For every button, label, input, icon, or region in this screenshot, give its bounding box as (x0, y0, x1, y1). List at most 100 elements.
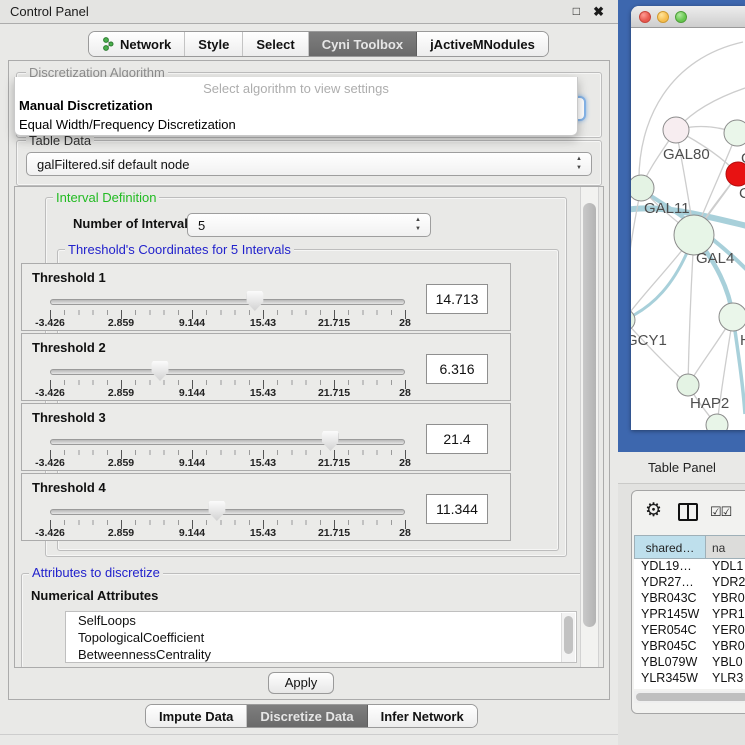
table-row[interactable]: YER054C YER0 (634, 623, 745, 639)
float-window-icon[interactable]: □ (573, 4, 580, 18)
tick-label: 21.715 (318, 457, 350, 469)
node (724, 120, 745, 146)
table-row[interactable]: YDL19… YDL1 (634, 559, 745, 575)
threshold-slider[interactable] (50, 437, 405, 447)
table-cell-name: YDR2 (706, 575, 745, 591)
slider-track[interactable] (50, 299, 405, 305)
threshold-row: Threshold 3 -3.4262.8599.14415.4321.7152… (21, 403, 511, 471)
gear-icon[interactable]: ⚙ (645, 499, 662, 522)
table-panel-header: Table Panel (618, 452, 745, 484)
slider-thumb-icon[interactable] (322, 431, 339, 451)
tab-discretize-data[interactable]: Discretize Data (247, 705, 367, 727)
threshold-label: Threshold 4 (32, 480, 106, 495)
table-cell-shared: YIL052C (634, 687, 706, 689)
control-panel: Control Panel □ ✖ Network Style Select (0, 0, 618, 745)
bottom-tab-bar: Impute Data Discretize Data Infer Networ… (145, 704, 478, 728)
threshold-label: Threshold 3 (32, 410, 106, 425)
tab-jactivemnodules[interactable]: jActiveMNodules (417, 32, 548, 56)
panel-scrollbar[interactable] (580, 187, 599, 667)
close-icon[interactable]: ✖ (593, 4, 604, 20)
node-label: H (740, 332, 745, 349)
tab-label: Network (120, 37, 171, 52)
panel-scrollbar-thumb[interactable] (583, 203, 596, 627)
table-row[interactable]: YBL079W YBL0 (634, 655, 745, 671)
table-cell-name: YBL0 (706, 655, 745, 671)
interval-definition-title: Interval Definition (53, 191, 159, 204)
table-scrollbar-thumb[interactable] (636, 693, 745, 701)
node-label: HAP2 (690, 395, 729, 412)
dropdown-option-manual[interactable]: Manual Discretization (15, 96, 577, 115)
minimize-traffic-light-icon[interactable] (657, 11, 669, 23)
node-label: GAL11 (644, 200, 690, 217)
slider-thumb-icon[interactable] (152, 361, 169, 381)
spinner-stepper-icon: ▲▼ (415, 216, 421, 234)
list-scrollbar[interactable] (561, 613, 575, 663)
tab-cyni-toolbox[interactable]: Cyni Toolbox (309, 32, 417, 56)
number-of-intervals-spinner[interactable]: 5 ▲▼ (187, 213, 431, 237)
apply-button[interactable]: Apply (268, 672, 334, 694)
table-cell-name: YPR1 (706, 607, 745, 623)
table-cell-name: YER0 (706, 623, 745, 639)
slider-thumb-icon[interactable] (246, 291, 263, 311)
threshold-slider[interactable] (50, 507, 405, 517)
dropdown-option-equal-width[interactable]: Equal Width/Frequency Discretization (15, 115, 577, 134)
tick-label: 28 (399, 527, 411, 539)
table-row[interactable]: YIL052C YIL0 (634, 687, 745, 689)
tab-impute-data[interactable]: Impute Data (146, 705, 247, 727)
numerical-attributes-list[interactable]: SelfLoops TopologicalCoefficient Between… (65, 611, 577, 663)
slider-track[interactable] (50, 369, 405, 375)
split-columns-icon[interactable] (678, 503, 698, 521)
table-row[interactable]: YPR145W YPR1 (634, 607, 745, 623)
tick-label: 9.144 (179, 317, 205, 329)
node (674, 215, 714, 255)
table-cell-shared: YLR345W (634, 671, 706, 687)
tab-network[interactable]: Network (89, 32, 185, 56)
node-label: GCY1 (631, 332, 667, 349)
column-header-name[interactable]: na (706, 535, 745, 559)
table-data-combobox[interactable]: galFiltered.sif default node ▲▼ (26, 152, 592, 176)
tick-label: -3.426 (35, 317, 65, 329)
footer-divider (0, 734, 618, 735)
threshold-slider[interactable] (50, 297, 405, 307)
tab-style[interactable]: Style (185, 32, 243, 56)
table-horizontal-scrollbar[interactable] (634, 691, 745, 703)
table-row[interactable]: YDR27… YDR2 (634, 575, 745, 591)
table-cell-shared: YBL079W (634, 655, 706, 671)
table-cell-name: YDL1 (706, 559, 745, 575)
tick-label: 15.43 (250, 317, 276, 329)
table-row[interactable]: YLR345W YLR3 (634, 671, 745, 687)
checkboxes-icon[interactable]: ☑☑ (710, 504, 731, 520)
table-header-row: shared… na (634, 535, 745, 559)
table-panel: ⚙ ☑☑ shared… na YDL19… YDL1 YDR27… YDR2 … (631, 490, 745, 714)
table-cell-name: YIL0 (706, 687, 745, 689)
threshold-value-field[interactable]: 21.4 (426, 424, 488, 454)
tab-label: Discretize Data (260, 709, 353, 724)
table-cell-name: YBR0 (706, 639, 745, 655)
tick-label: 28 (399, 457, 411, 469)
list-item[interactable]: BetweennessCentrality (66, 646, 576, 663)
zoom-traffic-light-icon[interactable] (675, 11, 687, 23)
table-row[interactable]: YBR045C YBR0 (634, 639, 745, 655)
control-panel-titlebar: Control Panel □ ✖ (0, 0, 618, 24)
column-header-shared[interactable]: shared… (634, 535, 706, 559)
tick-label: -3.426 (35, 527, 65, 539)
tab-infer-network[interactable]: Infer Network (368, 705, 477, 727)
list-item[interactable]: SelfLoops (66, 612, 576, 629)
threshold-value-field[interactable]: 6.316 (426, 354, 488, 384)
threshold-value-field[interactable]: 14.713 (426, 284, 488, 314)
tick-label: 21.715 (318, 317, 350, 329)
threshold-slider[interactable] (50, 367, 405, 377)
list-item[interactable]: TopologicalCoefficient (66, 629, 576, 646)
tab-select[interactable]: Select (243, 32, 308, 56)
tab-label: jActiveMNodules (430, 37, 535, 52)
table-data-selected-value: galFiltered.sif default node (37, 157, 189, 172)
slider-thumb-icon[interactable] (208, 501, 225, 521)
network-canvas[interactable]: GAL80 GA C GAL11 GAL4 GCY1 H HAP2 (631, 28, 745, 430)
table-row[interactable]: YBR043C YBR0 (634, 591, 745, 607)
close-traffic-light-icon[interactable] (639, 11, 651, 23)
slider-track[interactable] (50, 509, 405, 515)
threshold-value-field[interactable]: 11.344 (426, 494, 488, 524)
tick-label: 21.715 (318, 527, 350, 539)
slider-track[interactable] (50, 439, 405, 445)
tick-label: 21.715 (318, 387, 350, 399)
